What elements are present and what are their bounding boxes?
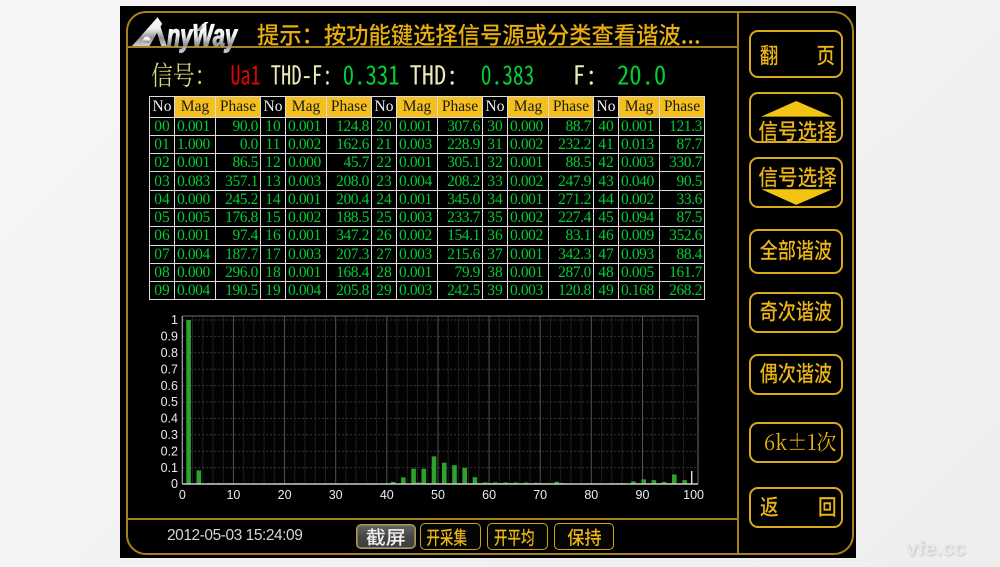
svg-text:0.2: 0.2 bbox=[161, 444, 178, 458]
svg-text:80: 80 bbox=[584, 488, 598, 502]
svg-text:100: 100 bbox=[683, 488, 704, 502]
svg-text:20: 20 bbox=[278, 488, 292, 502]
svg-text:40: 40 bbox=[380, 488, 394, 502]
svg-text:0.5: 0.5 bbox=[161, 395, 178, 409]
svg-text:90: 90 bbox=[636, 488, 650, 502]
svg-text:0.9: 0.9 bbox=[161, 330, 178, 344]
svg-text:0.4: 0.4 bbox=[161, 412, 178, 426]
svg-text:30: 30 bbox=[329, 488, 343, 502]
svg-text:0: 0 bbox=[179, 488, 186, 502]
svg-text:0.1: 0.1 bbox=[161, 461, 178, 475]
svg-text:1: 1 bbox=[171, 313, 178, 327]
svg-text:0.7: 0.7 bbox=[161, 362, 178, 376]
svg-text:10: 10 bbox=[226, 488, 240, 502]
svg-text:70: 70 bbox=[533, 488, 547, 502]
svg-text:0: 0 bbox=[171, 477, 178, 491]
svg-text:50: 50 bbox=[431, 488, 445, 502]
svg-text:0.6: 0.6 bbox=[161, 379, 178, 393]
svg-text:0.8: 0.8 bbox=[161, 346, 178, 360]
svg-text:60: 60 bbox=[482, 488, 496, 502]
svg-text:0.3: 0.3 bbox=[161, 428, 178, 442]
